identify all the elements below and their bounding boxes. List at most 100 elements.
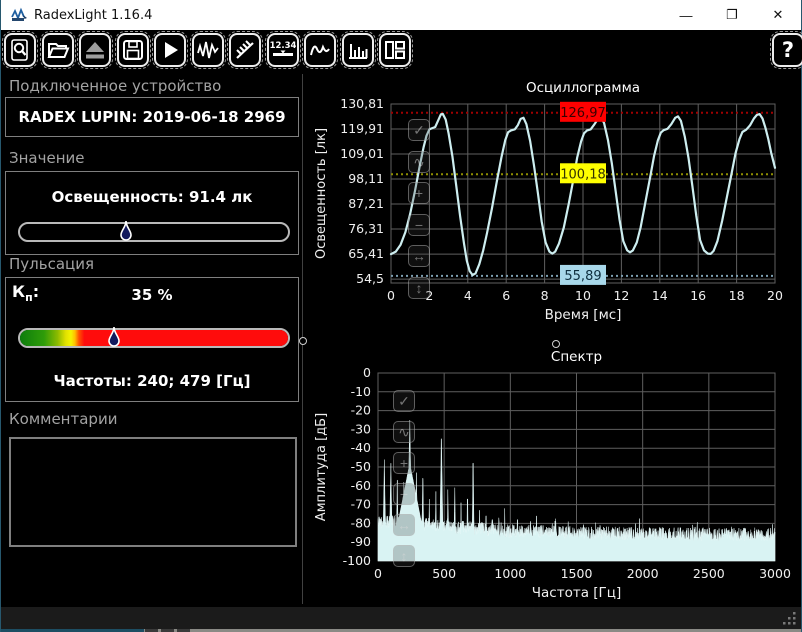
svg-text:-90: -90	[351, 534, 371, 549]
svg-text:8: 8	[541, 288, 549, 303]
svg-text:109,01: 109,01	[340, 146, 384, 161]
connected-device-header: Подключенное устройство	[9, 77, 222, 95]
chart-settings-button[interactable]: ✓	[393, 390, 415, 412]
main-toolbar: 12.34 ?	[1, 30, 802, 72]
y-axis-label: Амплитуда [дБ]	[314, 413, 329, 521]
svg-text:3000: 3000	[759, 566, 791, 581]
maximize-button[interactable]: ❐	[709, 0, 755, 30]
minimize-button[interactable]: —	[663, 0, 709, 30]
layout-button[interactable]	[377, 31, 413, 69]
eject-icon	[86, 42, 104, 59]
save-button[interactable]	[114, 31, 151, 69]
svg-text:-40: -40	[351, 440, 371, 455]
layout-icon	[385, 41, 405, 59]
chart-title: Осциллограмма	[526, 80, 640, 96]
frequencies-value: Частоты: 240; 479 [Гц]	[53, 372, 251, 390]
svg-text:2000: 2000	[627, 566, 659, 581]
titlebar: RadexLight 1.16.4 — ❐ ✕	[1, 0, 801, 30]
status-bar	[1, 607, 801, 629]
tilt-hatch-button[interactable]	[227, 31, 263, 69]
svg-text:55,89: 55,89	[564, 269, 601, 284]
svg-text:500: 500	[432, 566, 456, 581]
search-document-icon	[11, 39, 28, 61]
chart-curve-button[interactable]: ∿	[393, 421, 415, 443]
curve-view-button[interactable]	[302, 31, 338, 69]
search-document-button[interactable]	[2, 31, 38, 69]
chart-zoom-out-button[interactable]: −	[393, 483, 415, 505]
play-button[interactable]	[152, 31, 188, 69]
svg-text:14: 14	[652, 288, 668, 303]
svg-text:87,21: 87,21	[348, 196, 384, 211]
pulsation-gauge	[18, 326, 290, 348]
chart-zoom-in-button[interactable]: +	[408, 182, 430, 204]
svg-text:12.34: 12.34	[270, 41, 296, 51]
oscillogram-view-button[interactable]	[189, 31, 226, 69]
chart-zoom-out-button[interactable]: −	[408, 213, 430, 236]
svg-text:-50: -50	[351, 459, 371, 474]
x-axis-label: Время [мс]	[545, 307, 622, 323]
illuminance-value: Освещенность: 91.4 лк	[51, 188, 253, 206]
svg-text:-10: -10	[351, 384, 371, 399]
svg-text:-30: -30	[351, 421, 371, 436]
svg-text:-70: -70	[351, 497, 371, 512]
svg-text:0: 0	[363, 365, 371, 380]
oscillogram-icon	[196, 41, 219, 59]
value-header: Значение	[9, 149, 85, 167]
illuminance-gradient	[20, 224, 288, 240]
svg-text:10: 10	[575, 288, 591, 303]
svg-text:6: 6	[502, 288, 510, 303]
splitter-grip[interactable]	[299, 337, 307, 345]
chart-title: Спектр	[551, 349, 602, 365]
svg-text:76,31: 76,31	[348, 221, 384, 236]
svg-text:20: 20	[767, 288, 783, 303]
close-button[interactable]: ✕	[755, 0, 801, 30]
svg-text:98,11: 98,11	[348, 171, 384, 186]
svg-text:-80: -80	[351, 515, 371, 530]
resize-grip-icon[interactable]	[782, 611, 797, 626]
chart-fit-vertical-button[interactable]: ↕	[408, 276, 430, 299]
chart-fit-horizontal-button[interactable]: ↔	[393, 514, 415, 536]
window-title: RadexLight 1.16.4	[34, 7, 153, 23]
chart-curve-button[interactable]: ∿	[408, 150, 430, 173]
svg-text:2500: 2500	[693, 566, 725, 581]
x-axis-label: Частота [Гц]	[532, 585, 621, 601]
chart-settings-button[interactable]: ✓	[408, 119, 430, 141]
curve-icon	[310, 44, 330, 56]
value-box: Освещенность: 91.4 лк	[5, 171, 299, 255]
open-file-button[interactable]	[39, 31, 76, 69]
svg-text:65,41: 65,41	[348, 246, 384, 261]
spectrum-view-button[interactable]	[339, 31, 376, 69]
pulsation-gradient	[20, 330, 288, 346]
eject-button[interactable]	[77, 31, 113, 69]
play-icon	[165, 42, 178, 58]
svg-text:119,91: 119,91	[340, 121, 384, 136]
svg-text:1000: 1000	[494, 566, 526, 581]
save-icon	[122, 40, 143, 60]
spectrum-chart[interactable]: 0 500 1000 1500 2000 2500 3000 0 -10 -20 -30 -40 -50…	[311, 340, 802, 602]
app-icon	[11, 7, 27, 21]
numeric-display-button[interactable]: 12.34	[264, 31, 301, 69]
chart-fit-vertical-button[interactable]: ↕	[393, 545, 415, 567]
pulsation-header: Пульсация	[9, 255, 95, 273]
comments-input[interactable]	[9, 437, 297, 547]
svg-text:0: 0	[387, 288, 395, 303]
chart-fit-horizontal-button[interactable]: ↔	[408, 245, 430, 267]
tilt-hatch-icon	[236, 40, 254, 59]
oscillogram-chart[interactable]: 0 2 4 6 8 10 12 14 16 18 20130,81119,91109,0198,11…	[311, 78, 802, 330]
device-name: RADEX LUPIN: 2019-06-18 2969	[18, 108, 286, 126]
chart-zoom-in-button[interactable]: +	[393, 452, 415, 474]
svg-text:12: 12	[613, 288, 629, 303]
device-box: RADEX LUPIN: 2019-06-18 2969	[5, 97, 299, 137]
svg-text:100,18: 100,18	[560, 167, 606, 182]
svg-text:-60: -60	[351, 478, 371, 493]
illuminance-marker	[119, 220, 132, 249]
numeric-display-icon: 12.34	[270, 41, 296, 56]
svg-text:-100: -100	[343, 553, 371, 568]
kp-value: 35 %	[131, 286, 173, 304]
comments-header: Комментарии	[9, 410, 118, 428]
svg-text:1500: 1500	[561, 566, 593, 581]
pulsation-marker	[107, 326, 120, 355]
svg-text:54,5: 54,5	[356, 271, 384, 286]
svg-text:18: 18	[729, 288, 745, 303]
help-button[interactable]: ?	[770, 31, 802, 69]
